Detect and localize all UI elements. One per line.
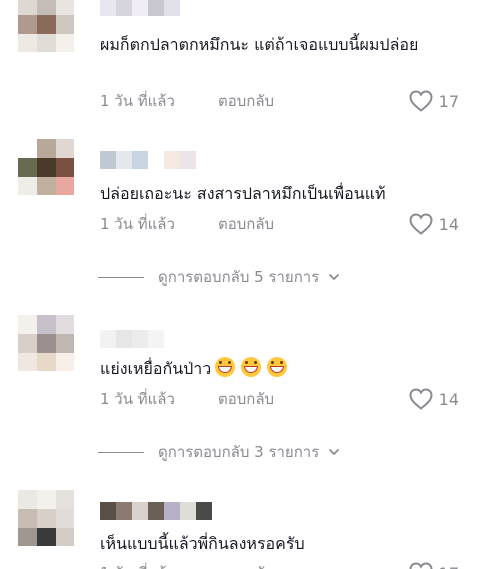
like-button[interactable]: 14: [409, 212, 459, 236]
avatar-pixel: [18, 509, 37, 528]
avatar-pixel: [56, 490, 74, 509]
comment-text: ผมก็ตกปลาตกหมึกนะ แต่ถ้าเจอแบบนี้ผมปล่อย: [100, 35, 419, 54]
avatar-pixel: [18, 15, 37, 34]
reply-button[interactable]: ตอบกลับ: [218, 212, 274, 236]
avatar-pixel: [56, 34, 74, 52]
avatar-pixel: [18, 34, 37, 52]
avatar-pixel: [18, 490, 37, 509]
avatar-pixel: [56, 528, 74, 546]
comment-time: 1 วัน ที่แล้ว: [100, 390, 175, 408]
avatar-pixel: [37, 528, 56, 546]
reply-button[interactable]: ตอบกลับ: [218, 561, 274, 569]
avatar-pixel: [37, 490, 56, 509]
avatar-pixel: [56, 177, 74, 195]
like-count: 14: [438, 389, 459, 409]
avatar-pixel: [18, 177, 37, 195]
divider-line: [98, 276, 144, 278]
view-replies-button[interactable]: ดูการตอบกลับ 5 รายการ: [98, 266, 341, 288]
heart-outline-icon: [409, 213, 433, 235]
comment-time: 1 วัน ที่แล้ว: [100, 92, 175, 110]
reply-button[interactable]: ตอบกลับ: [218, 89, 274, 113]
avatar-pixel: [56, 0, 74, 15]
username-blurred[interactable]: [100, 0, 180, 16]
avatar-pixel: [18, 528, 37, 546]
avatar[interactable]: [18, 139, 74, 195]
comment-meta: 1 วัน ที่แล้ว ตอบกลับ: [100, 562, 274, 569]
comment-text: ปล่อยเถอะนะ สงสารปลาหมึกเป็นเพื่อนแท้: [100, 184, 386, 203]
avatar-pixel: [56, 334, 74, 353]
divider-line: [98, 451, 144, 453]
comment-text: แย่งเหยื่อกันป่าว: [100, 353, 470, 384]
avatar-pixel: [37, 509, 56, 528]
avatar-pixel: [37, 353, 56, 371]
avatar[interactable]: [18, 0, 74, 52]
avatar-pixel: [37, 334, 56, 353]
heart-outline-icon: [409, 562, 433, 569]
avatar-pixel: [56, 353, 74, 371]
username-blurred[interactable]: [100, 151, 196, 169]
heart-outline-icon: [409, 388, 433, 410]
avatar-pixel: [37, 177, 56, 195]
avatar-pixel: [18, 353, 37, 371]
avatar[interactable]: [18, 490, 74, 546]
heart-outline-icon: [409, 90, 433, 112]
avatar-pixel: [56, 315, 74, 334]
avatar-pixel: [37, 34, 56, 52]
comment-text-content: แย่งเหยื่อกันป่าว: [100, 359, 212, 378]
avatar[interactable]: [18, 315, 74, 371]
reply-button[interactable]: ตอบกลับ: [218, 387, 274, 411]
like-count: 14: [438, 214, 459, 234]
like-button[interactable]: 17: [409, 561, 459, 569]
grinning-face-emoji: [267, 357, 288, 377]
like-button[interactable]: 14: [409, 387, 459, 411]
comment-time: 1 วัน ที่แล้ว: [100, 215, 175, 233]
avatar-pixel: [56, 139, 74, 158]
avatar-pixel: [56, 158, 74, 177]
username-blurred[interactable]: [100, 502, 212, 520]
avatar-pixel: [56, 509, 74, 528]
avatar-pixel: [18, 315, 37, 334]
avatar-pixel: [18, 158, 37, 177]
like-count: 17: [439, 564, 459, 569]
avatar-pixel: [18, 0, 37, 15]
comment-meta: 1 วัน ที่แล้ว ตอบกลับ: [100, 213, 274, 235]
view-replies-button[interactable]: ดูการตอบกลับ 3 รายการ: [98, 441, 341, 463]
comment-time: 1 วัน ที่แล้ว: [100, 561, 218, 569]
grinning-face-emoji: [241, 357, 262, 377]
comment-meta: 1 วัน ที่แล้ว ตอบกลับ: [100, 388, 274, 410]
avatar-pixel: [37, 15, 56, 34]
avatar-pixel: [37, 315, 56, 334]
avatar-pixel: [18, 139, 37, 158]
like-count: 17: [438, 91, 459, 111]
chevron-down-icon: [329, 274, 340, 280]
avatar-pixel: [56, 15, 74, 34]
comment-text: เห็นแบบนี้แล้วพี่กินลงหรอครับ: [100, 534, 305, 553]
view-replies-label: ดูการตอบกลับ 3 รายการ: [158, 443, 320, 461]
avatar-pixel: [37, 139, 56, 158]
like-button[interactable]: 17: [409, 89, 459, 113]
username-blurred[interactable]: [100, 330, 164, 348]
grinning-face-emoji: [215, 357, 236, 377]
view-replies-label: ดูการตอบกลับ 5 รายการ: [158, 268, 320, 286]
avatar-pixel: [37, 0, 56, 15]
avatar-pixel: [37, 158, 56, 177]
chevron-down-icon: [329, 449, 340, 455]
comment-meta: 1 วัน ที่แล้ว ตอบกลับ: [100, 90, 274, 112]
avatar-pixel: [18, 334, 37, 353]
